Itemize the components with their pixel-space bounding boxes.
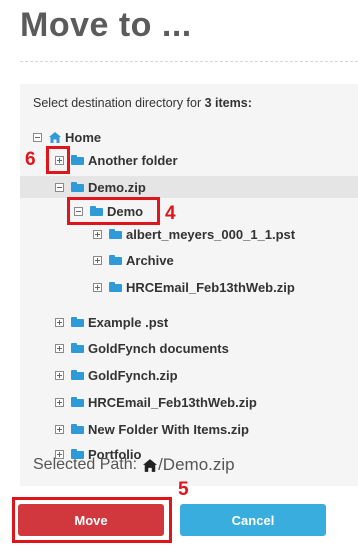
folder-icon [109, 282, 122, 292]
tree-item-home[interactable]: Home [20, 126, 358, 148]
annotation-box-expand [46, 146, 70, 174]
cancel-button[interactable]: Cancel [180, 504, 326, 536]
tree-item-hrcemail[interactable]: HRCEmail_Feb13thWeb.zip [20, 391, 358, 413]
expand-icon[interactable] [55, 317, 64, 327]
tree-item-label: Home [65, 129, 102, 145]
tree-item-goldfynch-zip[interactable]: GoldFynch.zip [20, 364, 358, 386]
tree-item-label: New Folder With Items.zip [88, 421, 249, 437]
folder-icon [71, 317, 84, 327]
tree-item-label: Another folder [88, 152, 178, 168]
tree-item-label: GoldFynch.zip [88, 367, 178, 383]
tree-item-label: Archive [126, 252, 174, 268]
tree-item-goldfynch-documents[interactable]: GoldFynch documents [20, 337, 358, 359]
tree-item-label: Demo.zip [88, 179, 146, 195]
tree-item-label: GoldFynch documents [88, 340, 229, 356]
tree-item-label: Example .pst [88, 314, 169, 330]
home-icon [49, 131, 61, 143]
directory-panel: Select destination directory for 3 items… [20, 84, 358, 486]
annotation-number-6: 6 [25, 149, 36, 170]
folder-icon [71, 397, 84, 407]
item-count: 3 items: [204, 96, 252, 110]
folder-icon [71, 182, 84, 192]
collapse-icon[interactable] [55, 182, 64, 192]
tree-item-label: HRCEmail_Feb13thWeb.zip [126, 279, 295, 295]
tree-item-archive[interactable]: Archive [20, 249, 358, 271]
expand-icon[interactable] [93, 229, 102, 239]
selected-path-label: Selected Path: [33, 456, 138, 473]
tree-item-label: HRCEmail_Feb13thWeb.zip [88, 394, 257, 410]
tree-item-new-folder-with-items[interactable]: New Folder With Items.zip [20, 418, 358, 440]
selected-path: Selected Path: /Demo.zip [33, 455, 235, 475]
expand-icon[interactable] [93, 255, 102, 265]
selected-path-value: /Demo.zip [158, 455, 235, 474]
expand-icon[interactable] [93, 282, 102, 292]
folder-icon [71, 343, 84, 353]
expand-icon[interactable] [55, 370, 64, 380]
expand-icon[interactable] [55, 397, 64, 407]
collapse-icon[interactable] [33, 132, 42, 142]
expand-icon[interactable] [55, 424, 64, 434]
tree-item-another-folder[interactable]: Another folder [20, 149, 358, 171]
instructions-text: Select destination directory for [33, 96, 205, 110]
divider [20, 61, 358, 62]
tree-item-hrcemail-nested[interactable]: HRCEmail_Feb13thWeb.zip [20, 276, 358, 298]
expand-icon[interactable] [55, 343, 64, 353]
tree-item-albert-meyers[interactable]: albert_meyers_000_1_1.pst [20, 223, 358, 245]
page-title: Move to ... [20, 6, 192, 44]
folder-icon [71, 155, 84, 165]
folder-icon [71, 370, 84, 380]
tree-item-label: albert_meyers_000_1_1.pst [126, 226, 296, 242]
instructions: Select destination directory for 3 items… [33, 96, 252, 110]
home-icon [143, 458, 158, 472]
folder-icon [109, 255, 122, 265]
folder-icon [109, 229, 122, 239]
folder-icon [71, 424, 84, 434]
annotation-number-5: 5 [178, 479, 189, 500]
tree-item-example-pst[interactable]: Example .pst [20, 311, 358, 333]
annotation-box-move [12, 497, 172, 543]
annotation-box-demo [67, 197, 160, 225]
tree-item-demo-zip[interactable]: Demo.zip [20, 176, 358, 198]
annotation-number-4: 4 [165, 203, 176, 224]
